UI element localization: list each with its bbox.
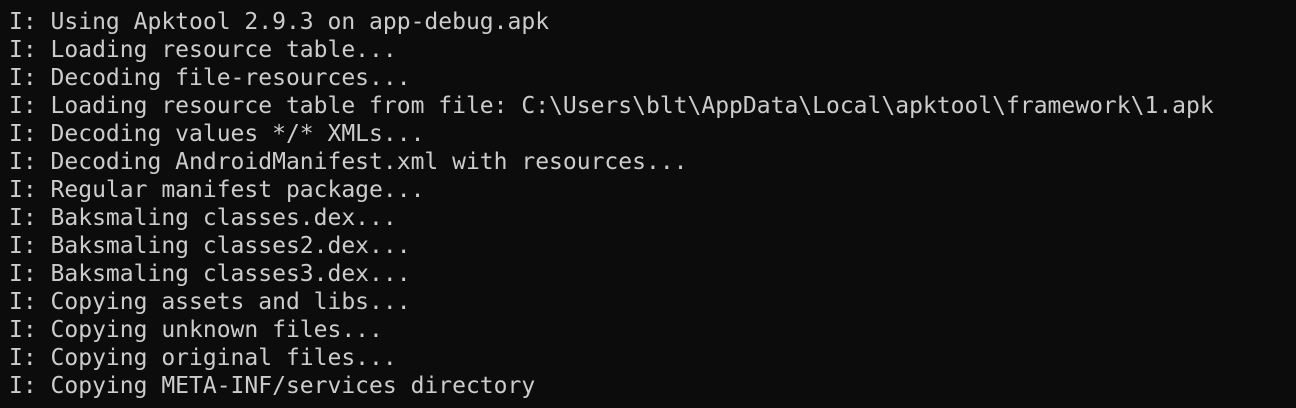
terminal-line: I: Baksmaling classes2.dex... [9,233,411,259]
terminal-line: I: Copying assets and libs... [9,289,411,315]
terminal-line: I: Decoding file-resources... [9,65,411,91]
terminal-line: I: Loading resource table from file: C:\… [9,93,1214,119]
terminal-line: I: Baksmaling classes.dex... [9,205,397,231]
terminal-line: I: Copying original files... [9,345,397,371]
terminal-line: I: Baksmaling classes3.dex... [9,261,411,287]
terminal-line: I: Copying unknown files... [9,317,383,343]
terminal-line: I: Decoding AndroidManifest.xml with res… [9,149,688,175]
terminal-line: I: Decoding values */* XMLs... [9,121,425,147]
terminal-line: I: Loading resource table... [9,37,397,63]
terminal-line: I: Copying META-INF/services directory [9,373,536,399]
terminal-line: I: Regular manifest package... [9,177,425,203]
terminal-line: I: Using Apktool 2.9.3 on app-debug.apk [9,9,550,35]
terminal-output[interactable]: I: Using Apktool 2.9.3 on app-debug.apk … [0,0,1296,408]
